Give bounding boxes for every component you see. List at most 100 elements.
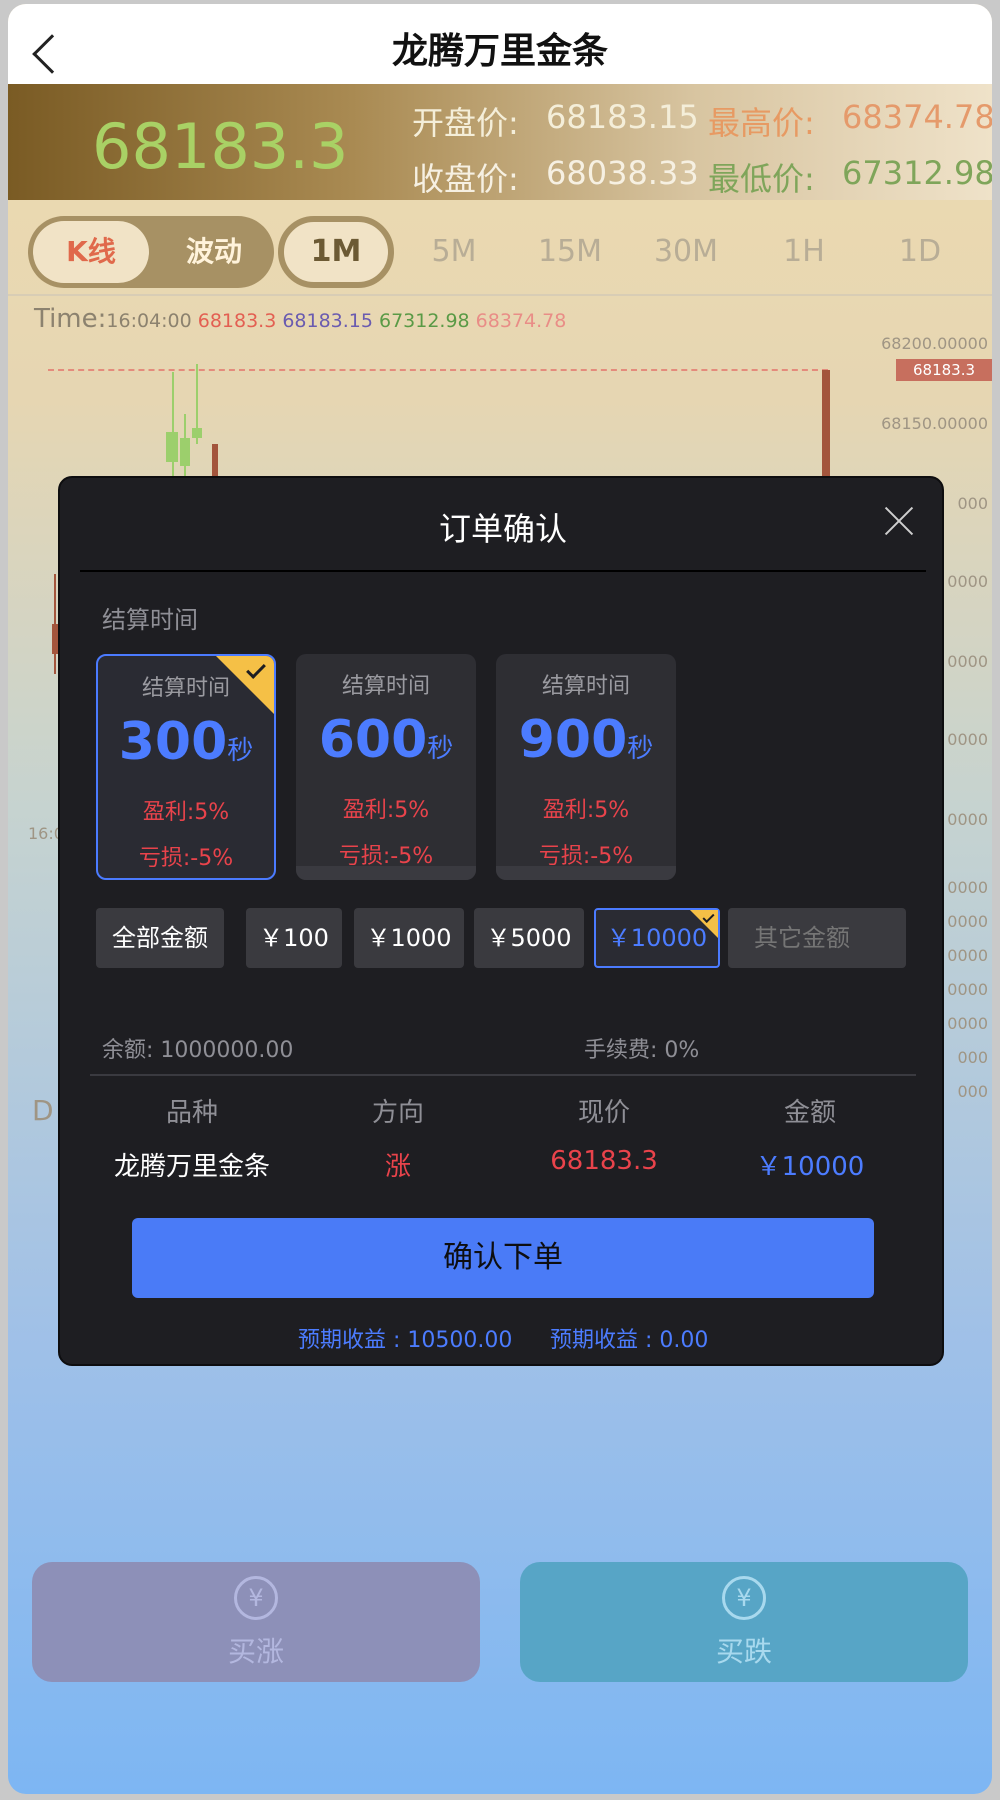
buy-up-button[interactable]: ¥ 买涨 <box>32 1562 480 1682</box>
yen-down-icon: ¥ <box>722 1576 766 1620</box>
card-seconds: 900秒 <box>496 710 676 770</box>
y-axis-label-partial: 0000 <box>947 878 988 897</box>
low-price-value: 67312.98 <box>842 154 992 192</box>
buy-down-label: 买跌 <box>715 1635 772 1668</box>
settlement-card-600[interactable]: 结算时间 600秒 盈利:5% 亏损:-5% <box>296 654 476 880</box>
open-price-value: 68183.15 <box>546 98 699 136</box>
y-axis-label-partial: 000 <box>957 494 988 513</box>
card-profit: 盈利:5% <box>542 798 630 823</box>
y-axis-label-partial: 0000 <box>947 1014 988 1033</box>
chart-mode-toggle: K线 波动 <box>28 216 274 288</box>
high-price-label: 最高价: <box>708 104 815 142</box>
chart-d-label: D <box>32 1094 54 1127</box>
fee-text: 手续费: 0% <box>584 1038 700 1063</box>
close-price-value: 68038.33 <box>546 154 699 192</box>
timeframe-5m[interactable]: 5M <box>404 216 504 288</box>
amount-all-button[interactable]: 全部金额 <box>96 908 224 968</box>
candle-body <box>822 370 830 480</box>
modal-divider <box>80 570 926 572</box>
y-axis-label-2: 68150.00000 <box>881 414 988 433</box>
y-axis-label-partial: 0000 <box>947 810 988 829</box>
divider <box>8 294 992 296</box>
candle-body <box>212 444 218 480</box>
last-price-tag: 68183.3 <box>896 359 992 381</box>
card-band <box>496 866 676 880</box>
card-seconds-unit: 秒 <box>627 734 654 764</box>
card-seconds-unit: 秒 <box>227 736 254 766</box>
card-seconds: 600秒 <box>296 710 476 770</box>
card-seconds: 300秒 <box>98 712 274 772</box>
close-icon[interactable] <box>884 506 914 536</box>
timeframe-15m[interactable]: 15M <box>520 216 620 288</box>
confirm-order-button[interactable]: 确认下单 <box>132 1218 874 1298</box>
y-axis-label-partial: 0000 <box>947 980 988 999</box>
candle-body <box>166 432 178 462</box>
card-seconds-value: 300 <box>118 712 228 772</box>
order-product: 龙腾万里金条 <box>113 1152 270 1182</box>
buy-up-label: 买涨 <box>227 1635 284 1668</box>
card-loss: 亏损:-5% <box>138 846 234 871</box>
card-seconds-value: 600 <box>318 710 428 770</box>
timeframe-1h[interactable]: 1H <box>754 216 854 288</box>
y-axis-label-partial: 0000 <box>947 946 988 965</box>
page-title: 龙腾万里金条 <box>391 31 608 72</box>
tab-kline[interactable]: K线 <box>33 221 149 283</box>
current-price: 68183.3 <box>92 110 349 183</box>
col-header-amount: 金额 <box>783 1098 836 1128</box>
tab-wave[interactable]: 波动 <box>156 221 272 283</box>
y-axis-label-partial: 000 <box>957 1048 988 1067</box>
top-bar: 龙腾万里金条 <box>8 4 992 84</box>
high-price-value: 68374.78 <box>842 98 992 136</box>
order-price: 68183.3 <box>550 1146 658 1176</box>
open-price-label: 开盘价: <box>412 104 519 142</box>
order-direction: 涨 <box>384 1152 411 1182</box>
y-axis-label-top: 68200.00000 <box>881 334 988 353</box>
y-axis-label-partial: 0000 <box>947 730 988 749</box>
modal-divider-2 <box>90 1074 916 1076</box>
y-axis-label-partial: 0000 <box>947 652 988 671</box>
y-axis-label-partial: 000 <box>957 1082 988 1101</box>
close-price-label: 收盘价: <box>412 160 519 198</box>
order-confirm-modal: 订单确认 结算时间 结算时间 300秒 盈利:5% 亏损:-5% 结算时间 60… <box>58 476 944 1366</box>
amount-100-button[interactable]: ￥100 <box>246 908 342 968</box>
high-readout: 68374.78 <box>475 310 567 332</box>
yen-up-icon: ¥ <box>234 1576 278 1620</box>
time-label: Time: <box>34 304 107 334</box>
modal-title: 订单确认 <box>438 510 567 548</box>
price-panel: 68183.3 开盘价: 68183.15 最高价: 68374.78 收盘价:… <box>8 84 992 200</box>
chart-ohlc-info: Time:16:04:00 68183.3 68183.15 67312.98 6837… <box>34 304 566 334</box>
col-header-product: 品种 <box>165 1098 218 1128</box>
amount-5000-button[interactable]: ￥5000 <box>474 908 584 968</box>
order-amount: ￥10000 <box>755 1152 865 1182</box>
y-axis-label-partial: 0000 <box>947 912 988 931</box>
card-profit: 盈利:5% <box>142 800 230 825</box>
card-seconds-value: 900 <box>518 710 628 770</box>
open-readout: 68183.15 <box>282 310 373 332</box>
card-band <box>296 866 476 880</box>
timeframe-30m[interactable]: 30M <box>636 216 736 288</box>
expected-loss: 预期收益 : 0.00 <box>550 1328 709 1353</box>
candle-body <box>192 428 202 438</box>
time-value: 16:04:00 <box>106 310 192 332</box>
candle-wick <box>172 372 174 482</box>
card-profit: 盈利:5% <box>342 798 430 823</box>
low-price-label: 最低价: <box>708 160 815 198</box>
app-screen: 龙腾万里金条 68183.3 开盘价: 68183.15 最高价: 68374.… <box>8 4 992 1794</box>
amount-10000-button[interactable]: ￥10000 <box>594 908 720 968</box>
chart-tabs: K线 波动 1M 5M 15M 30M 1H 1D <box>8 214 992 288</box>
other-amount-input[interactable] <box>728 908 906 968</box>
balance-text: 余额: 1000000.00 <box>102 1038 294 1063</box>
y-axis-label-partial: 0000 <box>947 572 988 591</box>
last-price-line <box>48 369 828 371</box>
buy-down-button[interactable]: ¥ 买跌 <box>520 1562 968 1682</box>
timeframe-1d[interactable]: 1D <box>870 216 970 288</box>
low-readout: 67312.98 <box>378 310 470 332</box>
col-header-price: 现价 <box>577 1098 630 1128</box>
amount-1000-button[interactable]: ￥1000 <box>354 908 464 968</box>
col-header-direction: 方向 <box>371 1098 424 1128</box>
card-seconds-unit: 秒 <box>427 734 454 764</box>
settlement-card-900[interactable]: 结算时间 900秒 盈利:5% 亏损:-5% <box>496 654 676 880</box>
timeframe-1m[interactable]: 1M <box>278 216 394 288</box>
candle-body <box>180 438 190 466</box>
settlement-card-300[interactable]: 结算时间 300秒 盈利:5% 亏损:-5% <box>96 654 276 880</box>
